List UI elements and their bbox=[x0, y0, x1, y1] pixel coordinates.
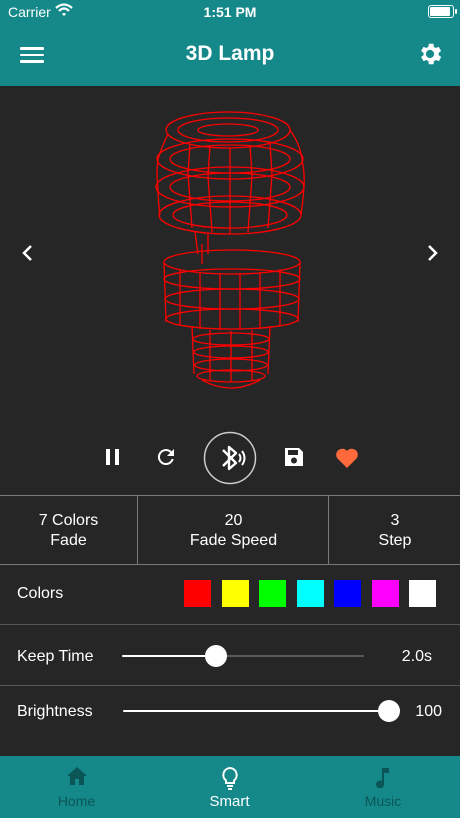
lamp-wireframe-image bbox=[155, 111, 305, 389]
battery-icon bbox=[428, 5, 457, 18]
tab-smart-label: Smart bbox=[209, 793, 250, 810]
mode-value: 7 Colors bbox=[38, 512, 99, 529]
tab-music-label: Music bbox=[364, 793, 402, 809]
mode-cell[interactable]: 7 Colors Fade bbox=[0, 496, 138, 564]
brightness-value: 100 bbox=[415, 703, 442, 720]
color-swatch[interactable] bbox=[409, 580, 436, 607]
tab-smart[interactable]: Smart bbox=[153, 756, 306, 818]
color-swatch[interactable] bbox=[296, 580, 324, 607]
bluetooth-button[interactable] bbox=[203, 431, 257, 485]
gear-icon[interactable] bbox=[416, 40, 444, 68]
keep-time-track-fill bbox=[122, 655, 217, 657]
color-swatch[interactable] bbox=[371, 580, 399, 607]
tab-home-label: Home bbox=[57, 793, 96, 809]
favorite-heart-icon[interactable] bbox=[334, 446, 360, 470]
keep-time-row: Keep Time 2.0s bbox=[0, 625, 460, 686]
tab-home[interactable]: Home bbox=[0, 756, 153, 818]
step-cell[interactable]: 3 Step bbox=[330, 496, 460, 564]
tab-music[interactable]: Music bbox=[306, 756, 460, 818]
keep-time-value: 2.0s bbox=[401, 648, 432, 665]
color-swatch[interactable] bbox=[259, 580, 286, 607]
status-bar: Carrier 1:51 PM bbox=[0, 0, 460, 24]
previous-arrow-icon[interactable] bbox=[18, 241, 38, 265]
mode-label: Fade bbox=[50, 532, 87, 549]
brightness-slider-thumb[interactable] bbox=[378, 700, 400, 722]
mode-info-table: 7 Colors Fade 20 Fade Speed 3 Step bbox=[0, 495, 460, 565]
fade-speed-cell[interactable]: 20 Fade Speed bbox=[139, 496, 329, 564]
fade-speed-value: 20 bbox=[224, 512, 243, 529]
color-swatch[interactable] bbox=[334, 580, 361, 607]
page-title: 3D Lamp bbox=[185, 42, 275, 65]
lamp-preview bbox=[0, 86, 460, 406]
lightbulb-icon bbox=[221, 766, 238, 790]
pause-icon[interactable] bbox=[104, 447, 122, 467]
keep-time-slider-thumb[interactable] bbox=[205, 645, 228, 667]
step-label: Step bbox=[378, 532, 412, 549]
colors-row: Colors bbox=[0, 564, 460, 625]
color-swatch[interactable] bbox=[221, 580, 249, 607]
clock: 1:51 PM bbox=[203, 4, 257, 20]
music-note-icon bbox=[376, 768, 389, 788]
color-swatch[interactable] bbox=[184, 580, 211, 607]
next-arrow-icon[interactable] bbox=[422, 241, 442, 265]
control-bar bbox=[0, 430, 460, 485]
keep-time-label: Keep Time bbox=[17, 648, 94, 665]
tab-bar: Home Smart Music bbox=[0, 756, 460, 818]
fade-speed-label: Fade Speed bbox=[189, 532, 278, 549]
save-icon[interactable] bbox=[282, 445, 306, 469]
step-value: 3 bbox=[390, 512, 400, 529]
colors-label: Colors bbox=[17, 585, 64, 602]
brightness-row: Brightness 100 bbox=[0, 686, 460, 742]
nav-bar: 3D Lamp bbox=[0, 24, 460, 86]
brightness-label: Brightness bbox=[17, 703, 93, 720]
brightness-track-fill bbox=[123, 710, 389, 712]
home-icon bbox=[66, 767, 87, 785]
refresh-icon[interactable] bbox=[154, 445, 178, 469]
